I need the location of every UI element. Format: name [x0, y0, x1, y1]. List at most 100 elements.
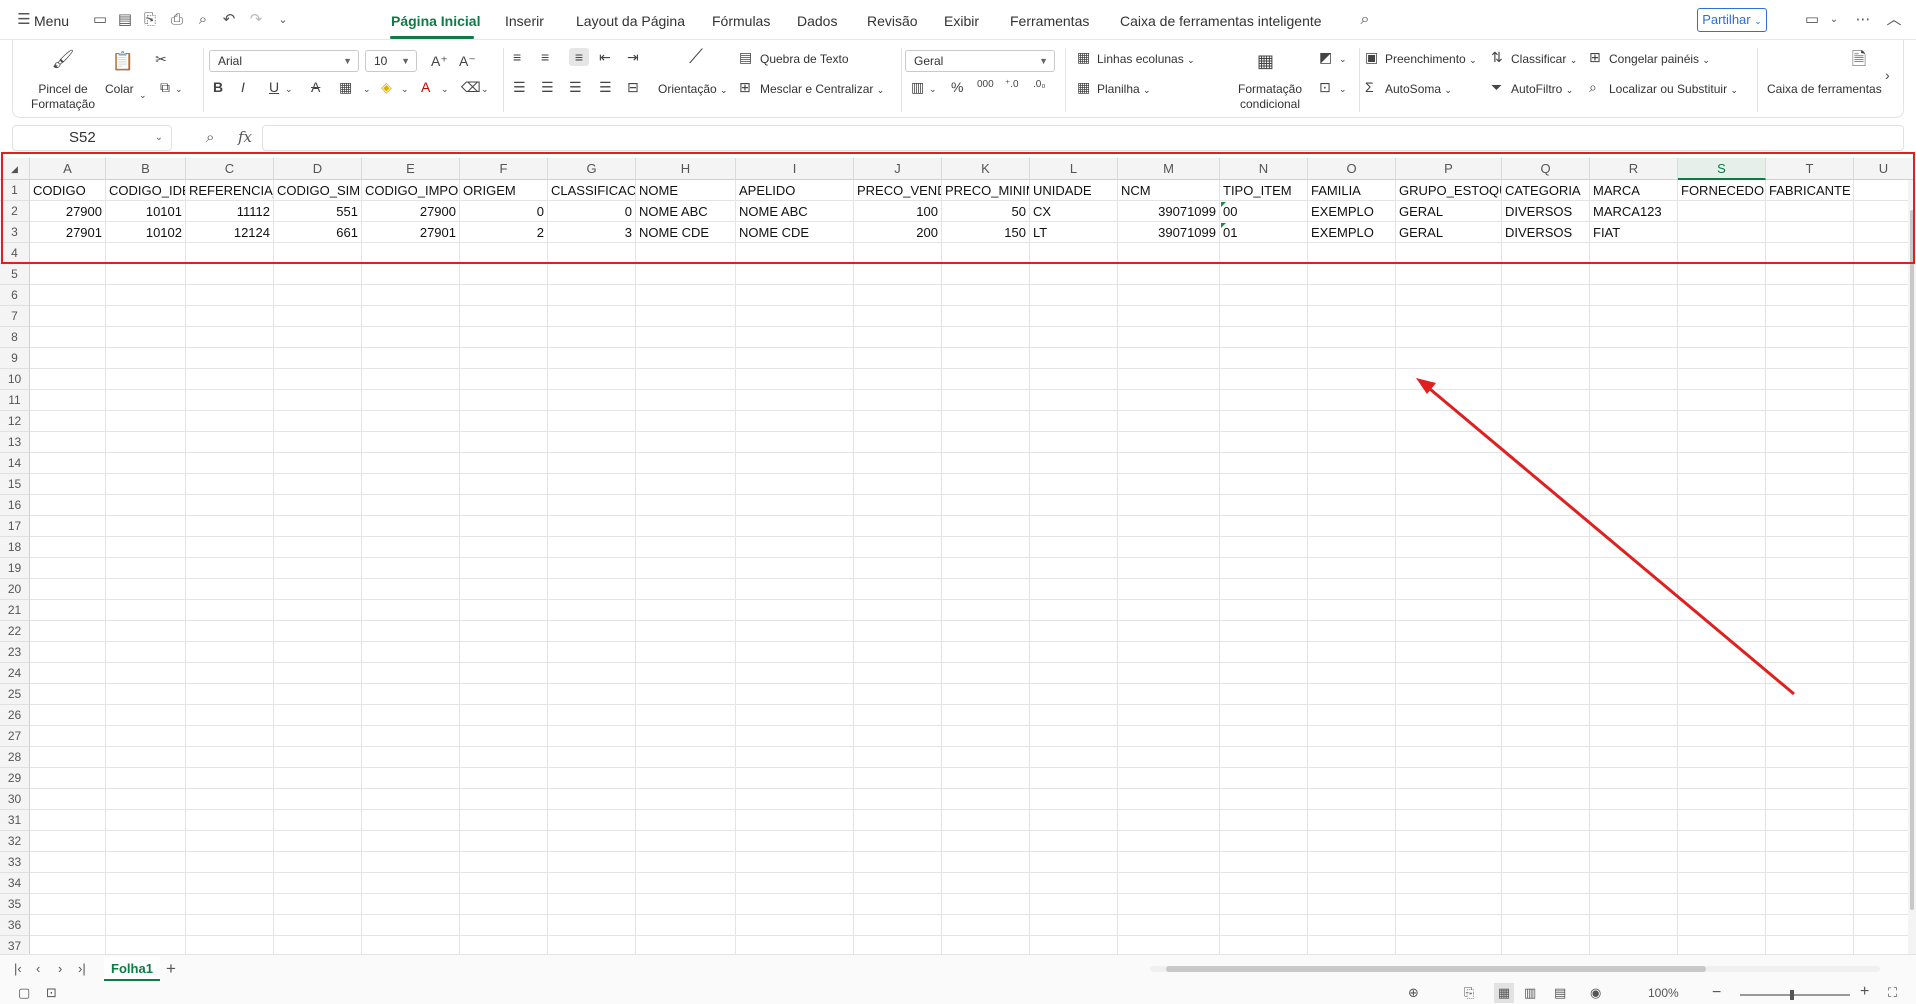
row-header-32[interactable]: 32 — [0, 831, 30, 852]
fill-color-chevron-icon[interactable]: ⌄ — [401, 80, 409, 98]
fill-button[interactable]: Preenchimento ⌄ — [1385, 52, 1477, 66]
increase-indent-icon[interactable]: ⇥ — [627, 48, 639, 66]
more-options-icon[interactable]: ⋯ — [1853, 10, 1873, 30]
align-left-icon[interactable]: ☰ — [513, 78, 526, 96]
cell-style-icon[interactable]: ◩ — [1319, 48, 1332, 66]
toolbox-button[interactable]: Caixa de ferramentas — [1767, 82, 1882, 96]
copy-chevron-icon[interactable]: ⌄ — [175, 80, 183, 98]
row-header-18[interactable]: 18 — [0, 537, 30, 558]
page-break-view-icon[interactable]: ▤ — [1554, 983, 1566, 1003]
sheet-tab-folha1[interactable]: Folha1 — [104, 957, 160, 981]
print-preview-icon[interactable]: ⌕ — [193, 10, 213, 30]
first-sheet-icon[interactable]: |‹ — [14, 959, 22, 979]
tab-formulas[interactable]: Fórmulas — [712, 0, 770, 40]
row-header-33[interactable]: 33 — [0, 852, 30, 873]
row-header-7[interactable]: 7 — [0, 306, 30, 327]
redo-icon[interactable]: ↷ — [246, 10, 266, 30]
toolbox-icon[interactable]: 🗎 — [1847, 50, 1871, 68]
copy-icon[interactable]: ⧉ — [155, 78, 175, 96]
add-sheet-icon[interactable]: + — [166, 959, 176, 979]
row-header-22[interactable]: 22 — [0, 621, 30, 642]
formula-input[interactable] — [262, 125, 1904, 151]
name-box[interactable]: S52 ⌄ — [12, 125, 172, 151]
distributed-icon[interactable]: ⊟ — [627, 78, 639, 96]
fullscreen-icon[interactable]: ⛶ — [1888, 983, 1897, 1003]
paste-chevron-icon[interactable]: ⌄ — [139, 86, 147, 104]
italic-icon[interactable]: I — [241, 78, 245, 96]
freeze-panes-icon[interactable]: ⊞ — [1589, 48, 1601, 66]
filter-icon[interactable]: ⏷ — [1491, 78, 1502, 96]
underline-icon[interactable]: U — [269, 78, 279, 96]
row-header-11[interactable]: 11 — [0, 390, 30, 411]
sheet-button[interactable]: Planilha ⌄ — [1097, 82, 1151, 96]
paste-icon[interactable]: 📋 — [111, 52, 135, 70]
currency-chevron-icon[interactable]: ⌄ — [929, 80, 937, 98]
underline-chevron-icon[interactable]: ⌄ — [285, 80, 293, 98]
vertical-scrollbar-thumb[interactable] — [1910, 210, 1914, 910]
last-sheet-icon[interactable]: ›| — [78, 959, 86, 979]
align-middle-icon[interactable]: ≡ — [541, 48, 549, 66]
row-header-36[interactable]: 36 — [0, 915, 30, 936]
prev-sheet-icon[interactable]: ‹ — [36, 959, 40, 979]
cell-style-chevron-icon[interactable]: ⌄ — [1339, 50, 1347, 68]
row-header-35[interactable]: 35 — [0, 894, 30, 915]
horizontal-scrollbar[interactable] — [1150, 966, 1880, 972]
format-table-icon[interactable]: ⊡ — [1319, 78, 1331, 96]
spreadsheet-grid[interactable]: ◢ ABCDEFGHIJKLMNOPQRSTU 1 2 3 4 5 6 7 8 9 10 11 12 1… — [0, 158, 1916, 954]
row-header-8[interactable]: 8 — [0, 327, 30, 348]
font-name-select[interactable]: Arial ▼ — [209, 50, 359, 72]
increase-font-icon[interactable]: A⁺ — [431, 52, 448, 70]
focus-mode-icon[interactable]: ⎘ — [1464, 983, 1474, 1003]
accessibility-icon[interactable]: ⊕ — [1408, 983, 1419, 1003]
ribbon-scroll-right-icon[interactable]: › — [1885, 66, 1890, 84]
fill-icon[interactable]: ▣ — [1365, 48, 1378, 66]
orientation-button[interactable]: Orientação ⌄ — [658, 82, 728, 96]
sheet-icon[interactable]: ▦ — [1077, 78, 1090, 96]
rows-columns-icon[interactable]: ▦ — [1077, 48, 1090, 66]
page-layout-view-icon[interactable]: ▥ — [1524, 983, 1536, 1003]
share-button[interactable]: Partilhar ⌄ — [1697, 8, 1767, 32]
row-header-12[interactable]: 12 — [0, 411, 30, 432]
next-sheet-icon[interactable]: › — [58, 959, 62, 979]
number-format-select[interactable]: Geral ▼ — [905, 50, 1055, 72]
zoom-slider[interactable] — [1740, 990, 1850, 1000]
autosum-button[interactable]: AutoSoma ⌄ — [1385, 82, 1452, 96]
zoom-in-icon[interactable]: + — [1860, 982, 1869, 1002]
sort-icon[interactable]: ⇅ — [1491, 48, 1503, 66]
strikethrough-icon[interactable]: A — [311, 78, 320, 96]
format-table-chevron-icon[interactable]: ⌄ — [1339, 80, 1347, 98]
wrap-text-button[interactable]: Quebra de Texto — [760, 52, 849, 66]
orientation-icon[interactable]: ⟋ — [689, 47, 703, 67]
align-top-icon[interactable]: ≡ — [513, 48, 521, 66]
name-box-chevron-icon[interactable]: ⌄ — [155, 126, 163, 150]
row-header-6[interactable]: 6 — [0, 285, 30, 306]
function-icon[interactable]: fx — [238, 128, 252, 146]
normal-view-icon[interactable]: ▦ — [1494, 983, 1514, 1003]
sort-button[interactable]: Classificar ⌄ — [1511, 52, 1577, 66]
hamburger-icon[interactable]: ☰ — [16, 10, 32, 30]
conditional-format-button[interactable]: Formatação condicional — [1225, 82, 1315, 112]
paste-button[interactable]: Colar — [105, 82, 134, 96]
tab-revisao[interactable]: Revisão — [867, 0, 918, 40]
tab-exibir[interactable]: Exibir — [944, 0, 979, 40]
row-header-30[interactable]: 30 — [0, 789, 30, 810]
merge-center-button[interactable]: Mesclar e Centralizar ⌄ — [760, 82, 884, 96]
vertical-scrollbar[interactable] — [1908, 180, 1916, 954]
tab-layout-da-pagina[interactable]: Layout da Página — [576, 0, 685, 40]
decrease-font-icon[interactable]: A⁻ — [459, 52, 476, 70]
justify-icon[interactable]: ☰ — [599, 78, 612, 96]
undo-icon[interactable]: ↶ — [219, 10, 239, 30]
row-header-25[interactable]: 25 — [0, 684, 30, 705]
currency-icon[interactable]: ▥ — [911, 78, 924, 96]
fill-color-icon[interactable]: ◈ — [381, 78, 392, 96]
zoom-out-icon[interactable]: − — [1712, 983, 1721, 1003]
font-size-select[interactable]: 10 ▼ — [365, 50, 417, 72]
freeze-panes-button[interactable]: Congelar painéis ⌄ — [1609, 52, 1710, 66]
clear-format-chevron-icon[interactable]: ⌄ — [481, 80, 489, 98]
macro-icon[interactable]: ▢ — [18, 983, 30, 1003]
conditional-format-icon[interactable]: ▦ — [1257, 52, 1274, 70]
row-header-16[interactable]: 16 — [0, 495, 30, 516]
merge-center-icon[interactable]: ⊞ — [739, 78, 751, 96]
row-header-5[interactable]: 5 — [0, 264, 30, 285]
autofilter-button[interactable]: AutoFiltro ⌄ — [1511, 82, 1573, 96]
